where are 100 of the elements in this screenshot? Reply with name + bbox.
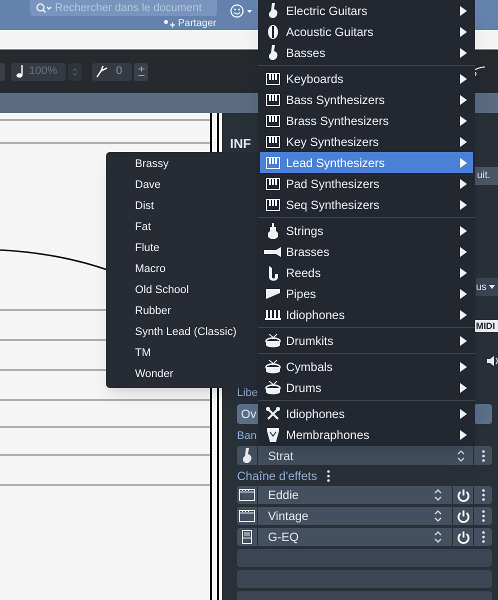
effect-select[interactable]: G-EQ	[258, 528, 452, 546]
up-down-chevron-icon	[457, 450, 465, 462]
instrument-menu-item[interactable]: Brass Synthesizers	[260, 110, 473, 131]
more-button[interactable]	[474, 486, 492, 504]
effect-select[interactable]: Vintage	[258, 507, 452, 525]
transpose-stepper[interactable]	[134, 62, 148, 80]
plus-minus-icon	[138, 66, 144, 78]
drum-icon	[265, 334, 281, 348]
instrument-menu-item[interactable]: Pad Synthesizers	[260, 173, 473, 194]
power-icon[interactable]	[456, 530, 470, 544]
submenu-arrow-icon	[460, 6, 466, 16]
more-icon[interactable]	[482, 450, 484, 462]
more-icon[interactable]	[327, 470, 330, 482]
power-icon[interactable]	[456, 510, 470, 522]
amplifier-icon	[239, 489, 255, 501]
toolbar-field[interactable]	[0, 62, 5, 80]
tuning-fork-icon	[96, 65, 108, 78]
field-label: Libe	[237, 386, 258, 401]
submenu-arrow-icon	[460, 288, 466, 298]
search-field[interactable]: Rechercher dans le document	[30, 0, 217, 16]
instrument-menu-item[interactable]: Pipes	[260, 283, 473, 304]
pedal-icon	[242, 530, 252, 544]
submenu-arrow-icon	[460, 116, 466, 126]
submenu-arrow-icon	[460, 362, 466, 372]
submenu-arrow-icon	[460, 158, 466, 168]
instrument-menu-item[interactable]: Drumkits	[260, 330, 473, 351]
add-person-icon	[163, 20, 175, 28]
search-icon	[36, 3, 52, 13]
more-icon[interactable]	[482, 531, 484, 543]
button[interactable]: uit.	[475, 167, 498, 185]
instrument-menu-item[interactable]: Basses	[260, 42, 473, 63]
violin-icon	[268, 222, 278, 238]
transpose-field[interactable]: 0	[92, 62, 132, 80]
saxophone-icon	[267, 264, 279, 280]
submenu-arrow-icon	[460, 430, 466, 440]
submenu-arrow-icon	[460, 74, 466, 84]
instrument-menu-item[interactable]: Reeds	[260, 262, 473, 283]
pan-flute-icon	[266, 288, 280, 300]
power-button[interactable]	[453, 507, 473, 525]
toggle-button[interactable]	[474, 404, 492, 424]
effect-select[interactable]: Eddie	[258, 486, 452, 504]
more-button[interactable]	[474, 528, 492, 546]
up-down-chevron-icon	[434, 489, 442, 501]
more-button[interactable]	[474, 446, 492, 465]
submenu-arrow-icon	[460, 200, 466, 210]
submenu-arrow-icon	[460, 136, 466, 146]
instrument-menu-item[interactable]: Strings	[260, 220, 473, 241]
keyboard-icon	[266, 156, 280, 168]
submenu-arrow-icon	[460, 178, 466, 188]
hand-drum-icon	[267, 428, 279, 442]
tempo-value: 100%	[29, 64, 58, 80]
keyboard-icon	[266, 114, 280, 126]
submenu-arrow-icon	[460, 336, 466, 346]
power-button[interactable]	[453, 486, 473, 504]
instrument-menu-item[interactable]: Lead Synthesizers	[260, 152, 473, 173]
submenu-arrow-icon	[460, 26, 466, 36]
drum-icon	[265, 360, 281, 374]
xylophone-icon	[265, 308, 281, 322]
instrument-menu-item[interactable]: Seq Synthesizers	[260, 194, 473, 215]
transpose-value: 0	[116, 64, 122, 80]
speaker-icon[interactable]	[487, 355, 498, 367]
instrument-menu-item[interactable]: Key Synthesizers	[260, 131, 473, 152]
submenu-arrow-icon	[460, 94, 466, 104]
quarter-note-icon	[16, 65, 24, 78]
submenu-arrow-icon	[460, 246, 466, 256]
smiley-icon[interactable]	[230, 4, 254, 18]
guitar-icon	[268, 2, 278, 18]
submenu-arrow-icon	[460, 48, 466, 58]
keyboard-icon	[266, 136, 280, 148]
power-icon[interactable]	[456, 488, 470, 502]
dropdown[interactable]: us	[476, 278, 498, 296]
power-button[interactable]	[453, 528, 473, 546]
instrument-menu-item[interactable]: Membraphones	[260, 424, 473, 445]
instrument-select[interactable]: Strat	[258, 446, 473, 465]
instrument-menu-item[interactable]: Bass Synthesizers	[260, 89, 473, 110]
effects-chain-title: Chaîne d'effets	[237, 468, 318, 484]
instrument-menu-item[interactable]: Idiophones	[260, 304, 473, 325]
submenu-arrow-icon	[460, 310, 466, 320]
instrument-menu-item[interactable]: Cymbals	[260, 356, 473, 377]
submenu-arrow-icon	[460, 226, 466, 236]
instrument-menu-item[interactable]: Drums	[260, 377, 473, 398]
instrument-menu-item[interactable]: Brasses	[260, 241, 473, 262]
instrument-menu-item[interactable]: Electric Guitars	[260, 0, 473, 21]
share-button[interactable]: Partager	[163, 18, 216, 30]
guitar-icon	[242, 448, 252, 464]
more-icon[interactable]	[482, 489, 484, 501]
section-heading: INF	[230, 135, 251, 154]
up-down-chevron-icon	[434, 531, 442, 543]
stepper-arrows-icon	[72, 66, 78, 76]
more-button[interactable]	[474, 507, 492, 525]
guitar-icon	[267, 24, 279, 38]
midi-badge: MIDI	[474, 320, 498, 332]
instrument-menu-item[interactable]: Acoustic Guitars	[260, 21, 473, 42]
trumpet-icon	[264, 246, 282, 256]
instrument-menu-item[interactable]: Keyboards	[260, 68, 473, 89]
submenu-arrow-icon	[460, 382, 466, 392]
guitar-icon	[268, 44, 278, 60]
amplifier-icon	[239, 510, 255, 522]
more-icon[interactable]	[482, 510, 484, 522]
field-label: Ban	[237, 429, 257, 444]
